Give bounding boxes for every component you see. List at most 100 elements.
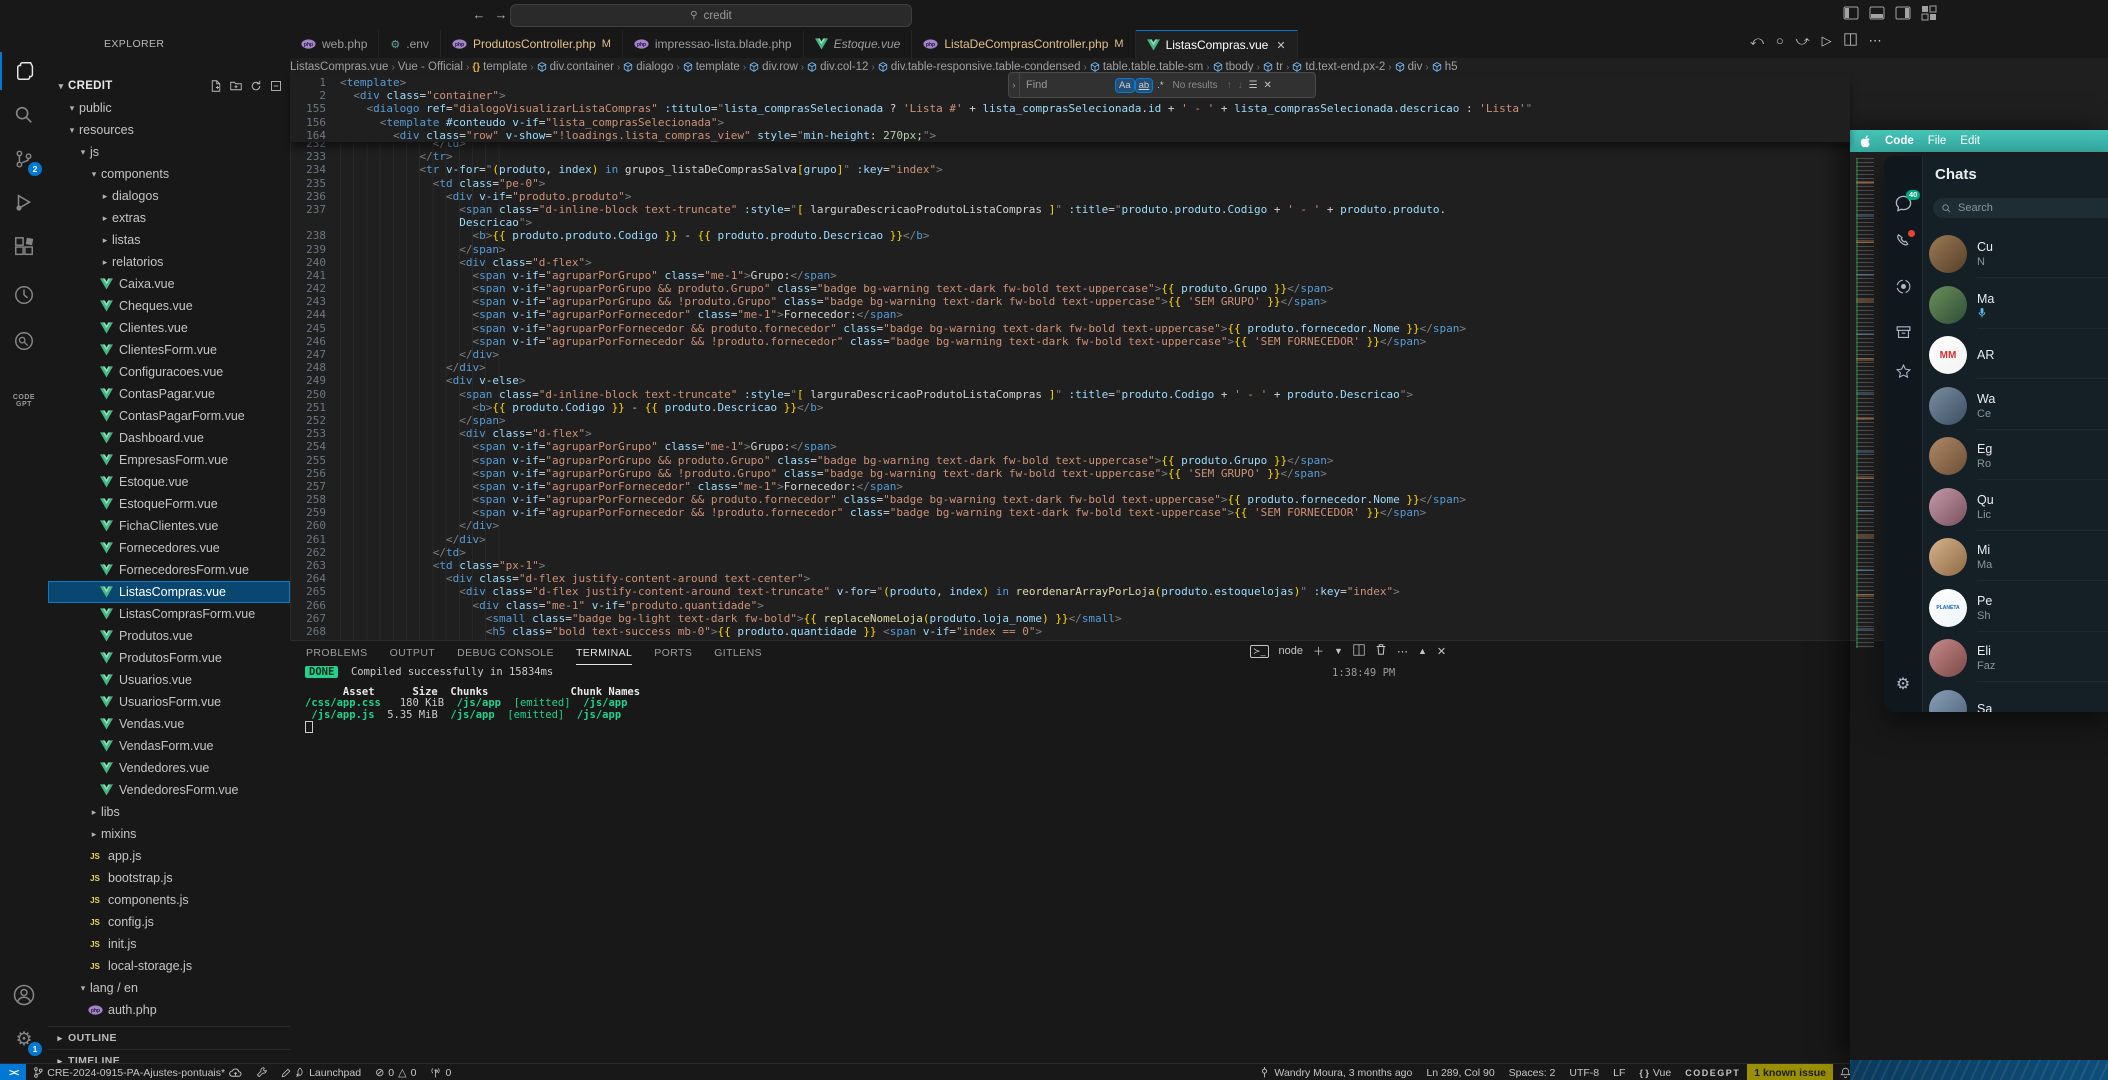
- panel-tab-terminal[interactable]: TERMINAL: [576, 642, 632, 665]
- code-line[interactable]: 267 <small class="badge bg-light text-da…: [290, 612, 1850, 625]
- tree-item-extras[interactable]: ▸extras: [48, 207, 290, 229]
- account-icon[interactable]: [0, 976, 48, 1014]
- status-known-issue[interactable]: 1 known issue: [1747, 1064, 1833, 1080]
- code-line[interactable]: 254 <span v-if="agruparPorGrupo" class="…: [290, 440, 1850, 453]
- close-find-icon[interactable]: ✕: [1264, 80, 1272, 91]
- tree-item-ListasCompras.vue[interactable]: ListasCompras.vue: [48, 581, 290, 603]
- new-folder-icon[interactable]: [230, 80, 242, 92]
- status-broadcast[interactable]: 0: [423, 1064, 458, 1080]
- tree-item-ContasPagar.vue[interactable]: ContasPagar.vue: [48, 383, 290, 405]
- code-line[interactable]: 244 <span v-if="agruparPorFornecedor" cl…: [290, 308, 1850, 321]
- code-line[interactable]: Descricao">: [290, 216, 1850, 229]
- panel-tab-debug-console[interactable]: DEBUG CONSOLE: [457, 647, 554, 659]
- tree-item-Caixa.vue[interactable]: Caixa.vue: [48, 273, 290, 295]
- tree-item-Vendas.vue[interactable]: Vendas.vue: [48, 713, 290, 735]
- tree-item-relatorios[interactable]: ▸relatorios: [48, 251, 290, 273]
- code-line[interactable]: 241 <span v-if="agruparPorGrupo" class="…: [290, 269, 1850, 282]
- code-line[interactable]: 155 <dialogo ref="dialogoVisualizarLista…: [290, 102, 1850, 115]
- status-remote-indicator[interactable]: ><: [0, 1064, 26, 1080]
- refresh-explorer-icon[interactable]: [250, 80, 262, 92]
- code-line[interactable]: 245 <span v-if="agruparPorFornecedor && …: [290, 322, 1850, 335]
- tree-item-dialogos[interactable]: ▸dialogos: [48, 185, 290, 207]
- next-change-icon[interactable]: ⤻: [1796, 33, 1810, 49]
- new-terminal-icon[interactable]: ＋: [1313, 643, 1324, 659]
- status-tools[interactable]: [249, 1064, 274, 1080]
- split-editor-icon[interactable]: [1844, 33, 1857, 49]
- code-line[interactable]: 246 <span v-if="agruparPorFornecedor && …: [290, 335, 1850, 348]
- status-encoding[interactable]: UTF-8: [1562, 1064, 1606, 1080]
- panel-more-icon[interactable]: ⋯: [1397, 645, 1408, 658]
- preview-extension-icon[interactable]: [0, 322, 48, 360]
- toggle-replace-icon[interactable]: ›: [1009, 73, 1020, 97]
- tree-item-EmpresasForm.vue[interactable]: EmpresasForm.vue: [48, 449, 290, 471]
- code-line[interactable]: 263 <td class="px-1">: [290, 559, 1850, 572]
- breadcrumb-item[interactable]: dialogo: [623, 61, 673, 73]
- tree-item-Vendedores.vue[interactable]: Vendedores.vue: [48, 757, 290, 779]
- next-match-icon[interactable]: ↓: [1238, 80, 1243, 91]
- toggle-secondary-sidebar-icon[interactable]: [1895, 5, 1911, 21]
- maximize-panel-icon[interactable]: ▲: [1418, 646, 1427, 656]
- chat-row[interactable]: EliFaz: [1929, 634, 2108, 682]
- explorer-icon[interactable]: [0, 52, 50, 90]
- code-line[interactable]: 255 <span v-if="agruparPorGrupo && produ…: [290, 454, 1850, 467]
- nav-forward-icon[interactable]: →: [492, 6, 510, 24]
- code-line[interactable]: 247 </div>: [290, 348, 1850, 361]
- tree-item-components.js[interactable]: JScomponents.js: [48, 889, 290, 911]
- breadcrumb-item[interactable]: div: [1395, 61, 1423, 73]
- breadcrumb-item[interactable]: div.col-12: [807, 61, 868, 73]
- breadcrumb-item[interactable]: div.row: [749, 61, 798, 73]
- outline-section[interactable]: ▸OUTLINE: [48, 1026, 290, 1049]
- code-line[interactable]: 240 <div class="d-flex">: [290, 256, 1850, 269]
- tree-item-Clientes.vue[interactable]: Clientes.vue: [48, 317, 290, 339]
- timeline-section[interactable]: ▸TIMELINE: [48, 1049, 290, 1063]
- regex-toggle[interactable]: .*: [1154, 79, 1166, 92]
- tab-ProdutosController.php[interactable]: phpProdutosController.phpM: [441, 30, 623, 58]
- breadcrumb-item[interactable]: div.container: [537, 61, 614, 73]
- settings-gear-icon[interactable]: ⚙ 1: [0, 1020, 48, 1058]
- status-codegpt-status[interactable]: CODEGPT: [1678, 1064, 1747, 1080]
- tree-item-ProdutosForm.vue[interactable]: ProdutosForm.vue: [48, 647, 290, 669]
- collapse-folders-icon[interactable]: [270, 80, 282, 92]
- tree-item-FichaClientes.vue[interactable]: FichaClientes.vue: [48, 515, 290, 537]
- toggle-panel-icon[interactable]: [1869, 5, 1885, 21]
- prev-match-icon[interactable]: ↑: [1227, 80, 1232, 91]
- find-in-selection-icon[interactable]: ☰: [1249, 80, 1258, 91]
- tree-item-EstoqueForm.vue[interactable]: EstoqueForm.vue: [48, 493, 290, 515]
- source-control-icon[interactable]: 2: [0, 140, 48, 178]
- tree-item-mixins[interactable]: ▸mixins: [48, 823, 290, 845]
- chat-row[interactable]: PLANETAPeSh: [1929, 584, 2108, 632]
- panel-tab-output[interactable]: OUTPUT: [390, 647, 436, 659]
- toggle-sidebar-icon[interactable]: [1843, 5, 1859, 21]
- breadcrumb-item[interactable]: Vue - Official: [398, 61, 463, 73]
- tree-item-VendedoresForm.vue[interactable]: VendedoresForm.vue: [48, 779, 290, 801]
- more-actions-icon[interactable]: ⋯: [1869, 33, 1882, 49]
- code-line[interactable]: 238 <b>{{ produto.produto.Codigo }} - {{…: [290, 229, 1850, 242]
- status-launchpad[interactable]: Launchpad: [274, 1064, 368, 1080]
- tree-item-libs[interactable]: ▸libs: [48, 801, 290, 823]
- chat-row[interactable]: QuLic: [1929, 483, 2108, 531]
- menu-file[interactable]: File: [1928, 135, 1947, 147]
- breadcrumb-item[interactable]: ListasCompras.vue: [290, 61, 388, 73]
- tree-item-components[interactable]: ▾components: [48, 163, 290, 185]
- close-panel-icon[interactable]: ✕: [1437, 645, 1446, 658]
- chat-row[interactable]: Sa: [1929, 685, 2108, 713]
- panel-tab-ports[interactable]: PORTS: [654, 647, 692, 659]
- breadcrumb-item[interactable]: h5: [1432, 61, 1458, 73]
- tree-item-ClientesForm.vue[interactable]: ClientesForm.vue: [48, 339, 290, 361]
- starred-tab-icon[interactable]: [1884, 363, 1922, 380]
- terminal-profile[interactable]: node: [1279, 645, 1303, 657]
- tree-item-VendasForm.vue[interactable]: VendasForm.vue: [48, 735, 290, 757]
- code-line[interactable]: 257 <span v-if="agruparPorFornecedor" cl…: [290, 480, 1850, 493]
- code-line[interactable]: 258 <span v-if="agruparPorFornecedor && …: [290, 493, 1850, 506]
- status-git-branch[interactable]: CRE-2024-0915-PA-Ajustes-pontuais*: [26, 1064, 249, 1080]
- code-line[interactable]: 243 <span v-if="agruparPorGrupo && !prod…: [290, 295, 1850, 308]
- panel-tab-gitlens[interactable]: GITLENS: [714, 647, 762, 659]
- chat-row[interactable]: WaCe: [1929, 382, 2108, 430]
- chat-row[interactable]: MMAR: [1929, 331, 2108, 379]
- command-center[interactable]: ⚲ credit: [510, 4, 912, 27]
- close-tab-icon[interactable]: ✕: [1276, 39, 1285, 52]
- run-debug-icon[interactable]: [0, 184, 48, 222]
- status-git-blame[interactable]: Wandry Moura, 3 months ago: [1252, 1064, 1419, 1080]
- chat-row[interactable]: MiMa: [1929, 533, 2108, 581]
- circle-icon[interactable]: ○: [1776, 33, 1784, 49]
